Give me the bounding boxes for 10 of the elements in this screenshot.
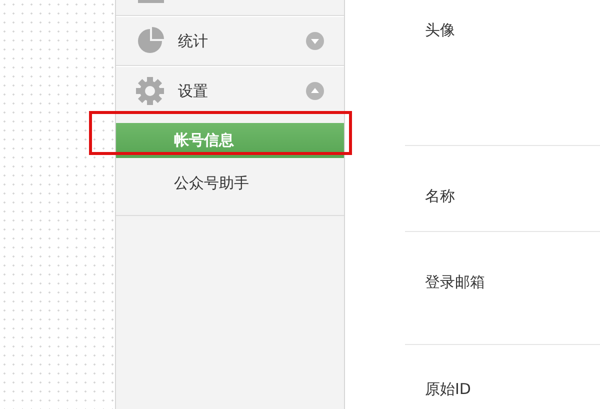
field-label: 名称 [425,187,455,205]
menu-section-label[interactable]: 设置 [178,82,292,100]
pie-chart-icon [136,27,164,55]
menu-section-label[interactable]: 统计 [178,32,292,50]
collapse-icon[interactable] [306,82,324,100]
field-label: 登录邮箱 [425,273,485,291]
submenu-item[interactable]: 公众号助手 [116,166,344,201]
field-label: 原始ID [425,380,471,398]
field-label: 头像 [425,21,455,39]
expand-icon[interactable] [306,32,324,50]
